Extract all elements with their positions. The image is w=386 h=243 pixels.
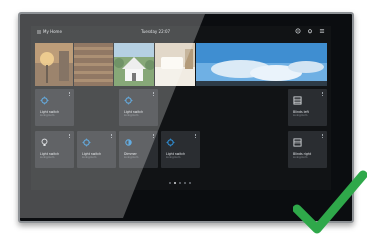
scene-photo-wood[interactable] <box>73 43 114 86</box>
tile-room: Livingroom <box>166 156 181 159</box>
page-dot[interactable] <box>169 182 171 184</box>
checkmark-icon <box>293 170 367 234</box>
scene-photo-house[interactable] <box>114 43 155 86</box>
tile-room: Livingroom <box>124 114 139 117</box>
top-bar: My Home Tuesday 22:07 <box>31 26 331 40</box>
home-title-label: My Home <box>43 29 62 34</box>
tile-more-icon[interactable] <box>69 134 71 138</box>
light-icon <box>124 96 133 105</box>
bulb-icon <box>41 138 48 146</box>
bell-icon[interactable] <box>307 28 313 34</box>
date-time: Tuesday 22:07 <box>141 29 171 34</box>
blinds-icon <box>293 96 302 105</box>
tile-blinds-left[interactable]: Blinds left Livingroom <box>288 89 327 126</box>
menu-icon[interactable] <box>319 28 325 34</box>
page-indicator[interactable] <box>169 182 191 184</box>
page-dot[interactable] <box>189 182 191 184</box>
light-icon <box>40 96 49 105</box>
scene-photo-lamp[interactable] <box>35 43 73 86</box>
topbar-icons <box>295 28 325 34</box>
light-icon <box>82 138 91 147</box>
page-dot[interactable] <box>179 182 181 184</box>
home-title[interactable]: My Home <box>37 29 62 34</box>
tile-light-switch-5[interactable]: Light switch Livingroom <box>161 131 200 168</box>
tile-room: Livingroom <box>124 156 139 159</box>
tile-dimmer[interactable]: Dimmer Livingroom <box>119 131 158 168</box>
tile-more-icon[interactable] <box>195 134 197 138</box>
tile-light-switch-1[interactable]: Light switch Livingroom <box>35 89 74 126</box>
dimmer-icon <box>125 139 132 146</box>
tile-room: Livingroom <box>40 114 55 117</box>
tile-light-switch-4[interactable]: Light switch Livingroom <box>77 131 116 168</box>
blinds-icon <box>293 138 302 147</box>
page-dot-active[interactable] <box>174 182 176 184</box>
tile-more-icon[interactable] <box>153 134 155 138</box>
tile-room: Livingroom <box>293 156 308 159</box>
tile-more-icon[interactable] <box>322 92 324 96</box>
tile-more-icon[interactable] <box>111 134 113 138</box>
tile-room: Livingroom <box>40 156 55 159</box>
settings-icon[interactable] <box>295 28 301 34</box>
scene-photo-bed[interactable] <box>155 43 195 86</box>
page-dot[interactable] <box>184 182 186 184</box>
scene-photo-sky[interactable] <box>195 43 327 86</box>
scene-photo-strip <box>35 43 327 86</box>
tile-light-switch-2[interactable]: Light switch Livingroom <box>119 89 158 126</box>
tile-more-icon[interactable] <box>153 92 155 96</box>
tile-more-icon[interactable] <box>69 92 71 96</box>
touch-screen: My Home Tuesday 22:07 Light switch Livin… <box>31 26 331 190</box>
tile-room: Livingroom <box>293 114 308 117</box>
tile-room: Livingroom <box>82 156 97 159</box>
tile-more-icon[interactable] <box>322 134 324 138</box>
tile-light-switch-3[interactable]: Light switch Livingroom <box>35 131 74 168</box>
home-icon <box>37 29 41 34</box>
light-icon <box>166 138 175 147</box>
tile-blinds-right[interactable]: Blinds right Livingroom <box>288 131 327 168</box>
